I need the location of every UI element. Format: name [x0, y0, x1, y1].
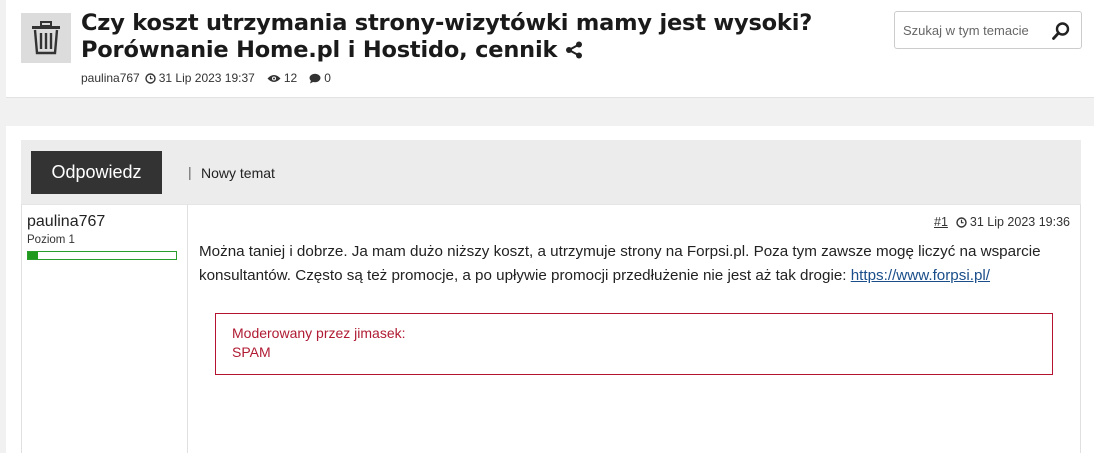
post-number-link[interactable]: #1: [934, 215, 948, 229]
post-body: #1 31 Lip 2023 19:36 Można taniej i dobr…: [188, 205, 1080, 453]
post: paulina767 Poziom 1 #1 31 Lip 2023 19:36…: [21, 204, 1081, 453]
new-topic-link[interactable]: Nowy temat: [201, 165, 275, 181]
post-meta: #1 31 Lip 2023 19:36: [934, 215, 1070, 229]
search-input[interactable]: [903, 20, 1043, 40]
eye-icon: [267, 74, 281, 83]
post-author-level: Poziom 1: [27, 234, 75, 246]
level-progress-bar: [27, 251, 177, 260]
comment-icon: [309, 73, 321, 84]
trash-icon: [21, 13, 71, 63]
moderation-notice: Moderowany przez jimasek: SPAM: [215, 313, 1053, 375]
topic-panel: Odpowiedz | Nowy temat paulina767 Poziom…: [6, 126, 1094, 453]
moderation-reason: SPAM: [232, 344, 271, 360]
moderation-label: Moderowany przez jimasek:: [232, 325, 406, 341]
share-icon[interactable]: [565, 39, 583, 66]
forpsi-link[interactable]: https://www.forpsi.pl/: [851, 267, 990, 284]
post-author-name[interactable]: paulina767: [27, 213, 105, 231]
toolbar-separator: |: [188, 164, 192, 180]
topic-comments: 0: [324, 71, 331, 85]
topic-title-text: Czy koszt utrzymania strony-wizytówki ma…: [81, 10, 813, 63]
level-progress-fill: [28, 252, 39, 259]
topic-search: [894, 11, 1082, 49]
clock-icon: [145, 72, 156, 84]
post-date: 31 Lip 2023 19:36: [969, 215, 1070, 229]
search-icon[interactable]: [1051, 21, 1071, 41]
topic-author[interactable]: paulina767: [81, 71, 140, 85]
page-title: Czy koszt utrzymania strony-wizytówki ma…: [81, 10, 881, 66]
post-author-panel: paulina767 Poziom 1: [22, 205, 188, 453]
topic-meta: paulina767 31 Lip 2023 19:37 12 0: [81, 71, 331, 85]
post-text: Można taniej i dobrze. Ja mam dużo niższ…: [199, 240, 1069, 288]
topic-toolbar: Odpowiedz | Nowy temat: [21, 140, 1081, 204]
reply-button[interactable]: Odpowiedz: [31, 151, 162, 194]
clock-icon: [956, 216, 967, 228]
topic-header: Czy koszt utrzymania strony-wizytówki ma…: [6, 0, 1094, 98]
topic-views: 12: [283, 71, 298, 85]
topic-date: 31 Lip 2023 19:37: [158, 71, 255, 85]
